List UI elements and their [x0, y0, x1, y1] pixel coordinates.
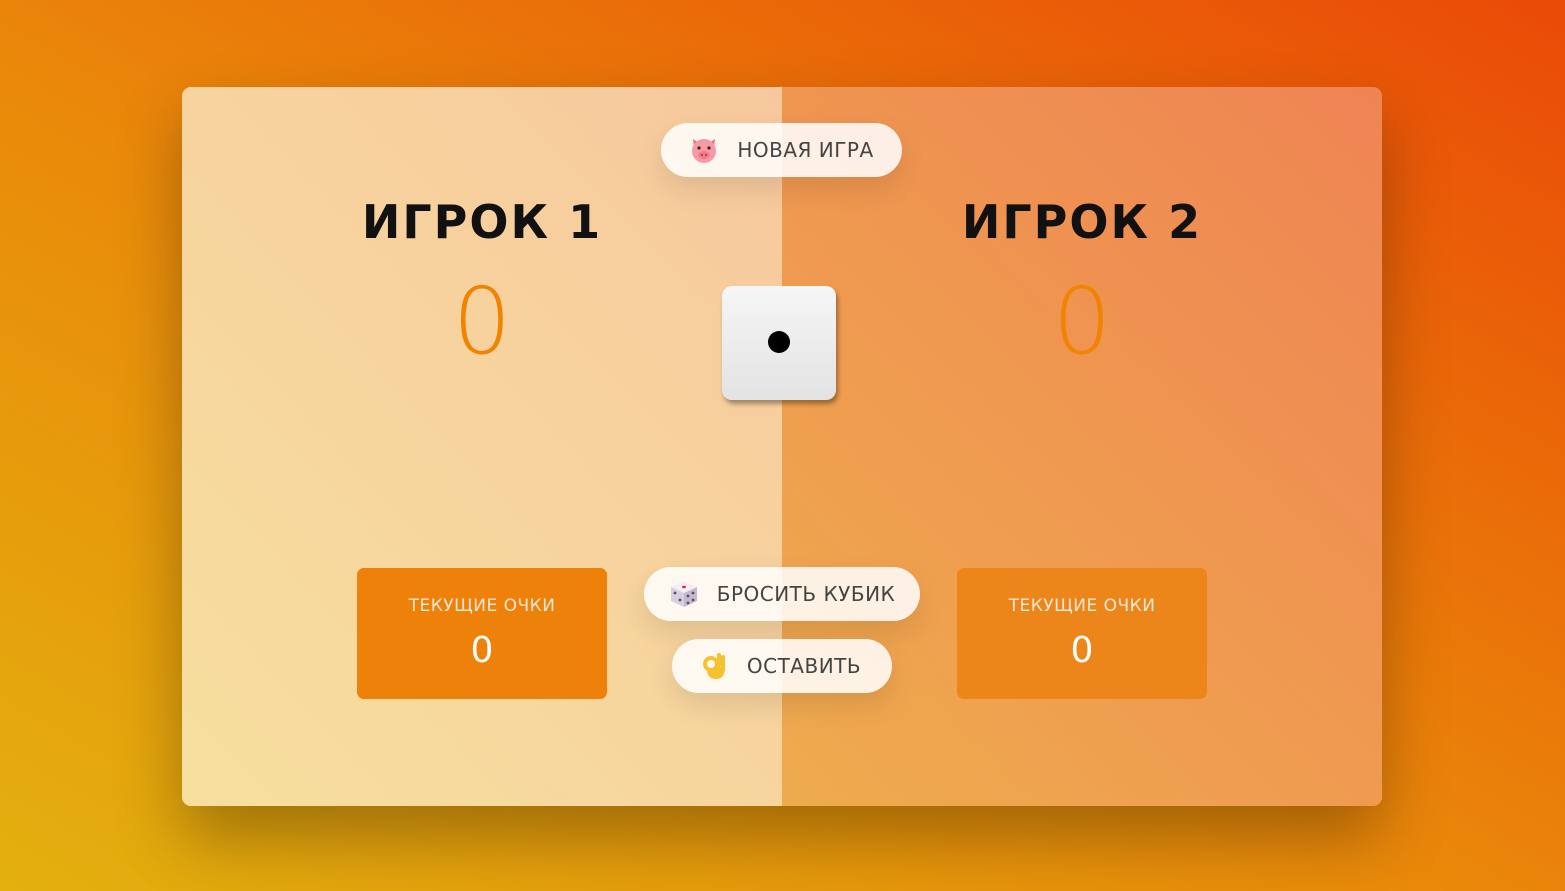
- player-2-current-box: ТЕКУЩИЕ ОЧКИ 0: [957, 568, 1207, 699]
- player-2-name: ИГРОК 2: [961, 195, 1203, 249]
- player-1-current-label: ТЕКУЩИЕ ОЧКИ: [408, 596, 556, 616]
- player-2-panel: ИГРОК 2 0 ТЕКУЩИЕ ОЧКИ 0: [782, 87, 1382, 806]
- player-1-current-box: ТЕКУЩИЕ ОЧКИ 0: [357, 568, 607, 699]
- player-1-name: ИГРОК 1: [361, 195, 603, 249]
- dice-icon: [669, 579, 699, 609]
- pig-icon: [689, 136, 719, 164]
- player-1-total-score: 0: [452, 268, 512, 375]
- hold-label: ОСТАВИТЬ: [746, 654, 862, 678]
- player-2-current-score: 0: [1070, 630, 1094, 671]
- new-game-button[interactable]: НОВАЯ ИГРА: [661, 123, 902, 177]
- hold-button[interactable]: ОСТАВИТЬ: [672, 639, 892, 693]
- player-2-current-label: ТЕКУЩИЕ ОЧКИ: [1008, 596, 1156, 616]
- player-1-current-score: 0: [470, 630, 494, 671]
- ok-hand-icon: [702, 651, 729, 681]
- dice: [722, 286, 836, 400]
- game-board: ИГРОК 1 0 ТЕКУЩИЕ ОЧКИ 0 ИГРОК 2 0 ТЕКУЩ…: [182, 87, 1382, 806]
- roll-dice-label: БРОСИТЬ КУБИК: [716, 582, 896, 606]
- new-game-label: НОВАЯ ИГРА: [737, 138, 874, 162]
- player-2-total-score: 0: [1052, 268, 1112, 375]
- roll-dice-button[interactable]: БРОСИТЬ КУБИК: [644, 567, 920, 621]
- player-1-panel: ИГРОК 1 0 ТЕКУЩИЕ ОЧКИ 0: [182, 87, 782, 806]
- dice-pip: [768, 331, 790, 353]
